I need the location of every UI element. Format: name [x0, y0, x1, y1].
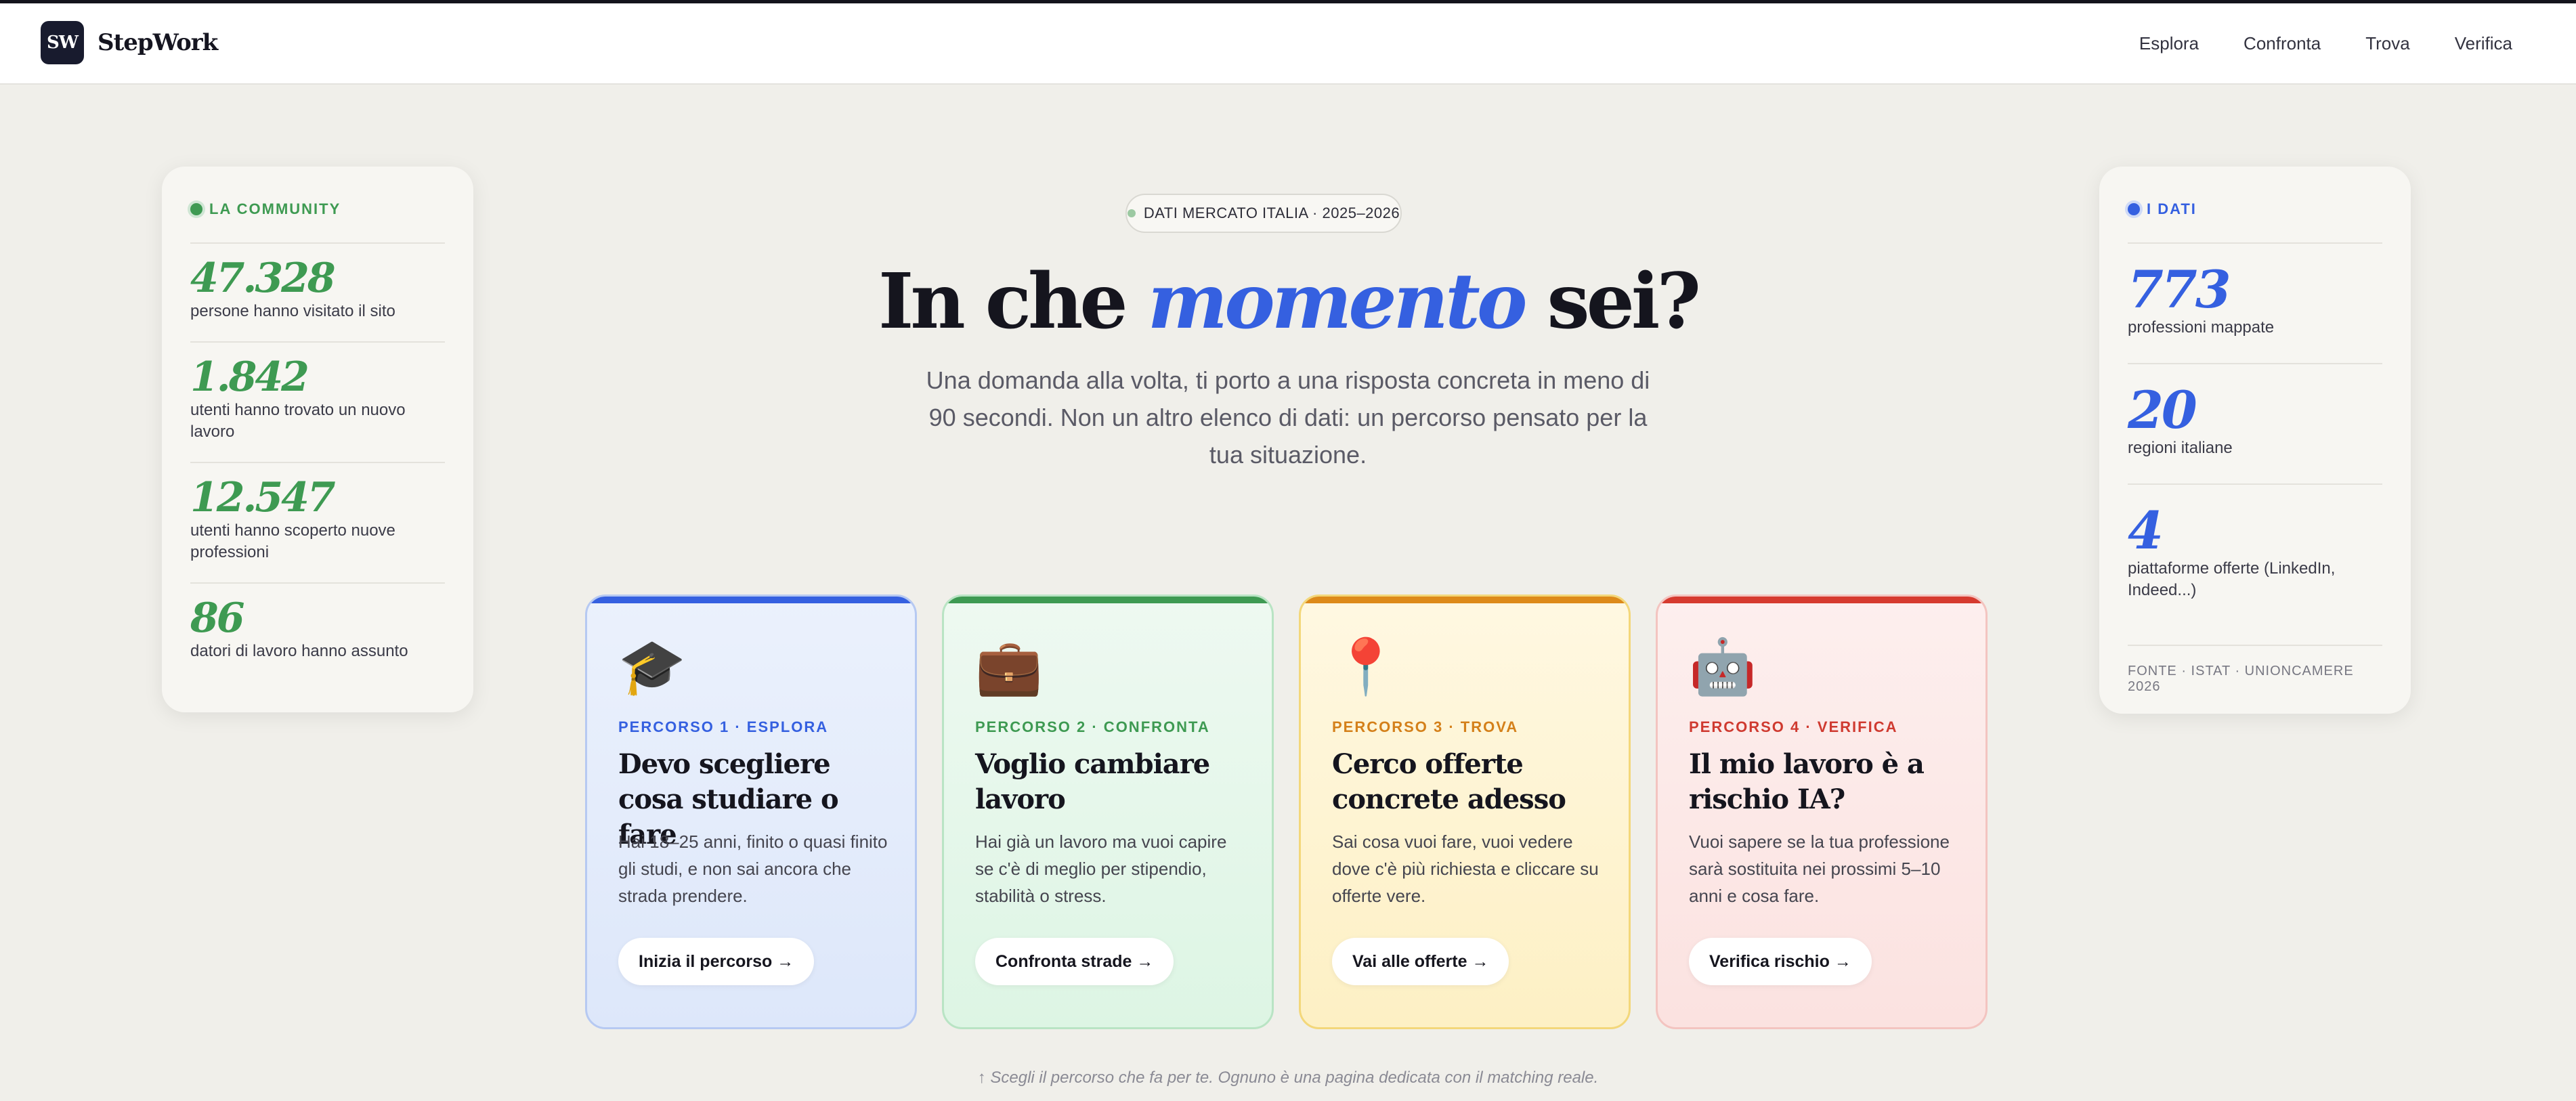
- card-title: Cerco offerte concrete adesso: [1332, 748, 1566, 815]
- hero-title-end: sei?: [1524, 257, 1702, 346]
- hero-title: In che momento sei?: [0, 257, 2576, 346]
- card-description: Vuoi sapere se la tua professione sarà s…: [1689, 832, 1950, 906]
- card-accent-bar: [1658, 597, 1985, 603]
- community-label-text: LA COMMUNITY: [209, 200, 341, 217]
- community-label: LA COMMUNITY: [190, 200, 341, 218]
- card-tag: PERCORSO 1 · ESPLORA: [618, 718, 829, 735]
- card-title: Voglio cambiare lavoro: [975, 748, 1210, 815]
- badge-dot-icon: [1127, 209, 1136, 217]
- nav-esplora[interactable]: Esplora: [2139, 33, 2199, 54]
- go-to-offers-button[interactable]: Vai alle offerte →: [1332, 938, 1509, 985]
- card-accent-bar: [944, 597, 1272, 603]
- path-card-esplora[interactable]: 🎓 PERCORSO 1 · ESPLORA Devo scegliere co…: [585, 595, 917, 1029]
- briefcase-icon: 💼: [975, 636, 1043, 697]
- community-stat-jobs: 1.842 utenti hanno trovato un nuovo lavo…: [190, 341, 445, 443]
- stat-number: 12.547: [190, 474, 336, 521]
- market-data-badge: DATI MERCATO ITALIA · 2025–2026: [1125, 194, 1402, 233]
- stat-number: 1.842: [190, 353, 309, 401]
- status-dot-icon: [190, 203, 202, 215]
- hero-title-emphasis: momento: [1147, 257, 1528, 346]
- path-card-verifica[interactable]: 🤖 PERCORSO 4 · VERIFICA Il mio lavoro è …: [1656, 595, 1988, 1029]
- stat-description: utenti hanno trovato un nuovo lavoro: [190, 401, 406, 441]
- data-label-text: I DATI: [2147, 200, 2197, 217]
- data-source: FONTE · ISTAT · UNIONCAMERE 2026: [2128, 645, 2382, 695]
- pin-icon: 📍: [1332, 636, 1400, 697]
- hero-lead: Una domanda alla volta, ti porto a una r…: [926, 366, 1650, 469]
- data-stat-regions: 20 regioni italiane: [2128, 363, 2382, 459]
- community-stat-professions: 12.547 utenti hanno scoperto nuove profe…: [190, 462, 445, 563]
- card-accent-bar: [587, 597, 915, 603]
- hero-title-start: In che: [878, 257, 1148, 346]
- status-dot-icon: [2128, 203, 2140, 215]
- stat-description: datori di lavoro hanno assunto: [190, 642, 408, 660]
- stat-number: 20: [2128, 380, 2197, 440]
- nav-trova[interactable]: Trova: [2365, 33, 2410, 54]
- card-title: Il mio lavoro è a rischio IA?: [1689, 748, 1925, 815]
- card-description: Sai cosa vuoi fare, vuoi vedere dove c'è…: [1332, 832, 1599, 906]
- robot-icon: 🤖: [1689, 636, 1757, 697]
- nav-verifica[interactable]: Verifica: [2455, 33, 2512, 54]
- card-description: Hai già un lavoro ma vuoi capire se c'è …: [975, 832, 1227, 906]
- card-description: Hai 18–25 anni, finito o quasi finito gl…: [618, 832, 888, 906]
- community-stat-employers: 86 datori di lavoro hanno assunto: [190, 582, 445, 662]
- community-stats-card: LA COMMUNITY 47.328 persone hanno visita…: [162, 167, 473, 712]
- graduation-cap-icon: 🎓: [618, 636, 686, 697]
- footnote: ↑ Scegli il percorso che fa per te. Ognu…: [977, 1068, 1599, 1087]
- card-tag: PERCORSO 3 · TROVA: [1332, 718, 1519, 735]
- check-risk-button[interactable]: Verifica rischio →: [1689, 938, 1872, 985]
- stat-description: utenti hanno scoperto nuove professioni: [190, 521, 395, 561]
- site-header: SW StepWork Esplora Confronta Trova Veri…: [0, 3, 2576, 85]
- card-tag: PERCORSO 4 · VERIFICA: [1689, 718, 1898, 735]
- data-stat-platforms: 4 piattaforme offerte (LinkedIn, Indeed.…: [2128, 483, 2382, 601]
- logo-mark[interactable]: SW: [41, 21, 84, 64]
- data-label: I DATI: [2128, 200, 2197, 218]
- badge-text: DATI MERCATO ITALIA · 2025–2026: [1143, 204, 1400, 221]
- main-nav: Esplora Confronta Trova Verifica: [2139, 33, 2512, 54]
- start-path-button[interactable]: Inizia il percorso →: [618, 938, 815, 985]
- card-tag: PERCORSO 2 · CONFRONTA: [975, 718, 1210, 735]
- stat-number: 4: [2128, 500, 2164, 561]
- path-card-confronta[interactable]: 💼 PERCORSO 2 · CONFRONTA Voglio cambiare…: [942, 595, 1274, 1029]
- compare-paths-button[interactable]: Confronta strade →: [975, 938, 1174, 985]
- data-stats-card: I DATI 773 professioni mappate 20 region…: [2099, 167, 2411, 714]
- stat-description: regioni italiane: [2128, 439, 2233, 457]
- card-accent-bar: [1301, 597, 1629, 603]
- brand-name[interactable]: StepWork: [98, 29, 218, 56]
- nav-confronta[interactable]: Confronta: [2244, 33, 2321, 54]
- path-card-trova[interactable]: 📍 PERCORSO 3 · TROVA Cerco offerte concr…: [1299, 595, 1631, 1029]
- stat-description: piattaforme offerte (LinkedIn, Indeed...…: [2128, 559, 2336, 599]
- stat-number: 86: [190, 595, 245, 642]
